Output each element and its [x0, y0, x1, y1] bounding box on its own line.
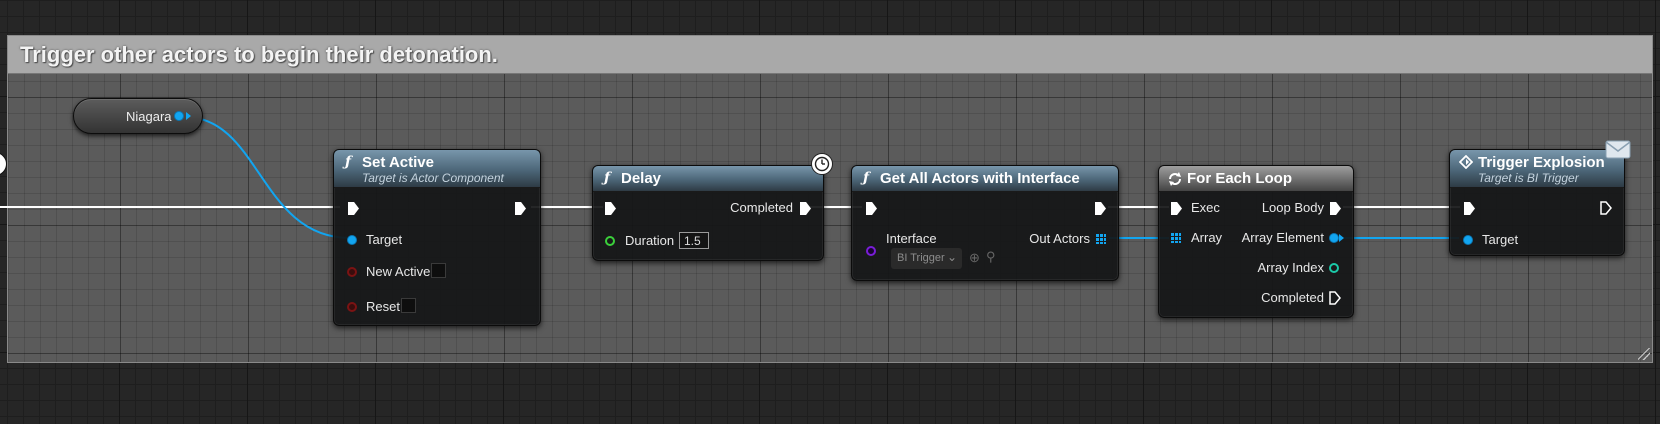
trigger-exec-in[interactable]	[1464, 202, 1475, 215]
array-element-label: Array Element	[1241, 230, 1324, 245]
message-envelope-icon	[1605, 140, 1631, 159]
for-each-loop-node[interactable]: For Each Loop Exec Loop Body Array Array…	[1158, 165, 1354, 318]
array-input-pin[interactable]	[1171, 233, 1181, 243]
delay-completed-pin[interactable]	[800, 202, 811, 215]
set-active-exec-in[interactable]	[348, 202, 359, 215]
reset-label: Reset	[366, 299, 400, 314]
set-active-target-pin[interactable]	[347, 235, 357, 245]
array-index-label: Array Index	[1257, 260, 1324, 275]
new-active-label: New Active	[366, 264, 431, 279]
set-active-subtitle: Target is Actor Component	[362, 171, 504, 185]
function-icon: ƒ	[863, 170, 870, 186]
trigger-target-pin[interactable]	[1463, 235, 1473, 245]
reset-checkbox[interactable]	[401, 298, 416, 313]
use-selected-icon[interactable]: ⊕	[969, 250, 980, 266]
reset-pin[interactable]	[347, 302, 357, 312]
duration-pin[interactable]	[605, 236, 615, 246]
chevron-down-icon: ⌄	[946, 250, 957, 264]
delay-completed-label: Completed	[730, 200, 793, 215]
variable-label: Niagara	[126, 109, 172, 124]
set-active-target-label: Target	[366, 232, 403, 247]
array-label: Array	[1191, 230, 1223, 245]
set-active-title: Set Active	[362, 154, 434, 171]
delay-title: Delay	[621, 170, 662, 187]
out-actors-array-pin[interactable]	[1096, 234, 1106, 244]
interface-message-icon	[1459, 155, 1473, 169]
trigger-explosion-title: Trigger Explosion	[1478, 154, 1605, 171]
set-active-header[interactable]: ƒ Set Active Target is Actor Component	[334, 150, 540, 188]
interface-dropdown-value: BI Trigger	[897, 252, 945, 264]
new-active-pin[interactable]	[347, 267, 357, 277]
function-icon: ƒ	[604, 170, 611, 186]
get-all-actors-exec-out[interactable]	[1095, 202, 1106, 215]
browse-search-icon[interactable]: ⚲	[986, 249, 996, 265]
exec-label: Exec	[1191, 200, 1220, 215]
comment-resize-handle[interactable]	[1638, 348, 1650, 360]
niagara-variable-node[interactable]: Niagara	[73, 98, 203, 134]
interface-label: Interface	[886, 231, 937, 246]
get-all-actors-exec-in[interactable]	[866, 202, 877, 215]
set-active-exec-out[interactable]	[515, 202, 526, 215]
array-element-arrow	[1339, 234, 1344, 242]
trigger-exec-out[interactable]	[1600, 201, 1612, 215]
loop-body-pin[interactable]	[1330, 202, 1341, 215]
interface-pin[interactable]	[866, 246, 876, 256]
latent-clock-icon	[811, 153, 833, 175]
comment-title: Trigger other actors to begin their deto…	[20, 42, 498, 67]
comment-header[interactable]: Trigger other actors to begin their deto…	[8, 36, 1652, 74]
for-each-header[interactable]: For Each Loop	[1159, 166, 1353, 192]
completed-exec-pin[interactable]	[1329, 291, 1341, 305]
get-all-actors-title: Get All Actors with Interface	[880, 170, 1080, 187]
trigger-target-label: Target	[1482, 232, 1519, 247]
offscreen-exec-pin[interactable]	[0, 152, 7, 176]
delay-exec-in[interactable]	[605, 202, 616, 215]
completed-label: Completed	[1261, 290, 1324, 305]
niagara-output-arrow	[186, 112, 191, 120]
loop-body-label: Loop Body	[1261, 200, 1324, 215]
set-active-node[interactable]: ƒ Set Active Target is Actor Component T…	[333, 149, 541, 326]
for-each-exec-in[interactable]	[1171, 202, 1182, 215]
delay-header[interactable]: ƒ Delay	[593, 166, 823, 192]
delay-node[interactable]: ƒ Delay Completed Duration 1.5	[592, 165, 824, 261]
trigger-explosion-header[interactable]: Trigger Explosion Target is BI Trigger	[1450, 150, 1624, 188]
get-all-actors-header[interactable]: ƒ Get All Actors with Interface	[852, 166, 1118, 192]
trigger-explosion-subtitle: Target is BI Trigger	[1478, 171, 1579, 185]
array-element-pin[interactable]	[1329, 233, 1339, 243]
out-actors-label: Out Actors	[1029, 231, 1090, 246]
get-all-actors-node[interactable]: ƒ Get All Actors with Interface Interfac…	[851, 165, 1119, 281]
function-icon: ƒ	[345, 154, 352, 170]
new-active-checkbox[interactable]	[431, 263, 446, 278]
loop-icon	[1169, 172, 1181, 186]
duration-input[interactable]: 1.5	[679, 232, 709, 249]
array-index-pin[interactable]	[1329, 263, 1339, 273]
duration-label: Duration	[625, 233, 675, 248]
comment-box[interactable]: Trigger other actors to begin their deto…	[7, 35, 1653, 363]
interface-dropdown[interactable]: BI Trigger ⌄	[891, 248, 962, 269]
niagara-output-pin[interactable]	[174, 111, 184, 121]
trigger-explosion-node[interactable]: Trigger Explosion Target is BI Trigger T…	[1449, 149, 1625, 256]
for-each-title: For Each Loop	[1187, 170, 1292, 187]
